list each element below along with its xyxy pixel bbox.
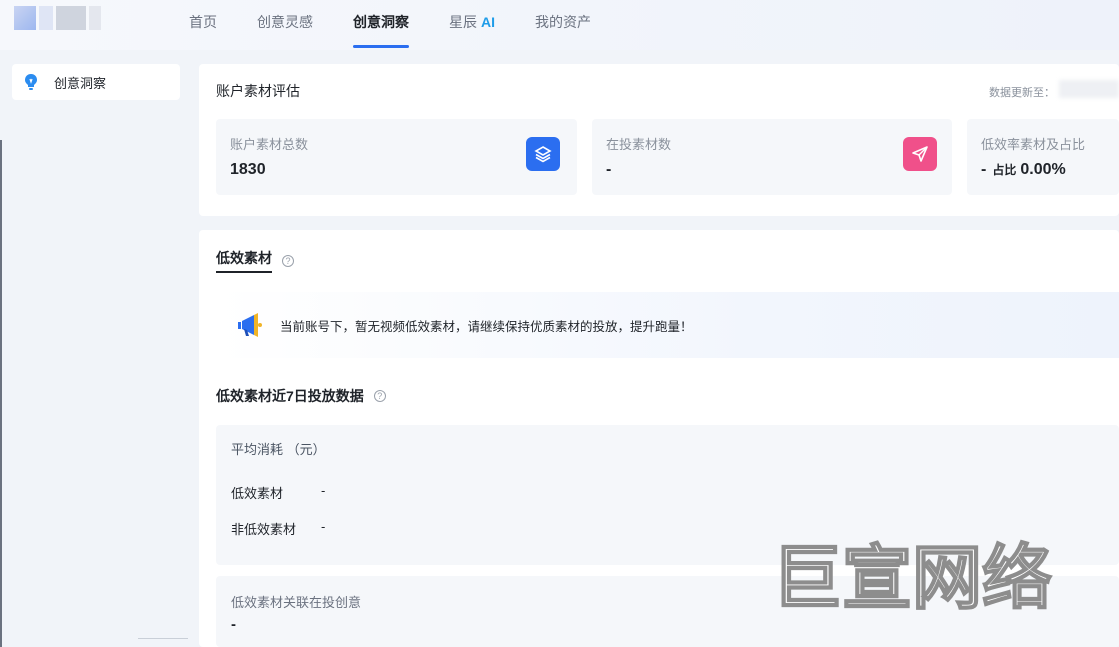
main-nav: 首页 创意灵感 创意洞察 星辰 AI 我的资产 bbox=[189, 0, 631, 50]
ai-tag: AI bbox=[481, 14, 495, 30]
low-efficiency-title: 低效素材 ? bbox=[216, 248, 294, 273]
section-title-text: 低效素材 bbox=[216, 248, 272, 273]
lightbulb-icon bbox=[24, 74, 38, 90]
row-low-efficiency: 低效素材 - bbox=[231, 483, 325, 502]
card-label: 账户素材总数 bbox=[230, 137, 309, 152]
megaphone-icon bbox=[238, 313, 262, 337]
nav-my-assets-label: 我的资产 bbox=[535, 14, 591, 30]
linked-value: - bbox=[231, 616, 236, 633]
nav-xingchen-label: 星辰 bbox=[449, 14, 477, 30]
sidebar-item-label: 创意洞察 bbox=[54, 75, 107, 91]
card-total-materials: 账户素材总数 1830 bbox=[216, 119, 577, 195]
help-icon[interactable]: ? bbox=[373, 390, 386, 402]
row-value: - bbox=[321, 519, 326, 534]
row-value: - bbox=[321, 483, 326, 498]
card-value: - 占比 0.00% bbox=[981, 161, 1066, 179]
avg-cost-header: 平均消耗 （元） bbox=[231, 442, 326, 457]
card-value: 1830 bbox=[230, 161, 266, 178]
account-material-overview: 账户素材评估 数据更新至： 账户素材总数 1830 在投素材数 - 低效率素材及… bbox=[199, 64, 1119, 216]
card-low-efficiency-ratio: 低效率素材及占比 - 占比 0.00% bbox=[967, 119, 1119, 195]
row-label: 低效素材 bbox=[231, 486, 284, 501]
top-bar: 首页 创意灵感 创意洞察 星辰 AI 我的资产 bbox=[0, 0, 1119, 50]
nav-creative-insight-label: 创意洞察 bbox=[353, 14, 409, 30]
recent-7day-title: 低效素材近7日投放数据 ? bbox=[216, 386, 386, 406]
ratio-label: 占比 bbox=[992, 163, 1017, 177]
overview-title: 账户素材评估 bbox=[216, 83, 300, 99]
ratio-value: 0.00% bbox=[1020, 161, 1066, 178]
notice-text: 当前账号下，暂无视频低效素材，请继续保持优质素材的投放，提升跑量！ bbox=[280, 319, 693, 334]
card-value: - bbox=[606, 161, 612, 178]
send-icon bbox=[903, 137, 937, 171]
sidebar-item-creative-insight[interactable]: 创意洞察 bbox=[12, 64, 180, 100]
nav-home[interactable]: 首页 bbox=[189, 0, 217, 50]
nav-creative-insight[interactable]: 创意洞察 bbox=[353, 0, 409, 50]
empty-notice: 当前账号下，暂无视频低效素材，请继续保持优质素材的投放，提升跑量！ bbox=[216, 292, 1119, 358]
linked-header: 低效素材关联在投创意 bbox=[231, 595, 362, 610]
update-time-label: 数据更新至： bbox=[989, 87, 1055, 99]
card-active-materials: 在投素材数 - bbox=[592, 119, 952, 195]
layers-icon bbox=[526, 137, 560, 171]
update-time-redacted bbox=[1059, 80, 1119, 98]
low-efficiency-count: - bbox=[981, 161, 987, 178]
logo bbox=[14, 6, 120, 30]
nav-home-label: 首页 bbox=[189, 14, 217, 30]
window-edge bbox=[0, 140, 2, 647]
nav-my-assets[interactable]: 我的资产 bbox=[535, 0, 591, 50]
section-title-text: 低效素材近7日投放数据 bbox=[216, 388, 364, 404]
nav-xingchen-ai[interactable]: 星辰 AI bbox=[449, 0, 495, 50]
divider bbox=[138, 638, 188, 639]
card-label: 低效率素材及占比 bbox=[981, 137, 1086, 152]
nav-creative-inspiration[interactable]: 创意灵感 bbox=[257, 0, 313, 50]
nav-creative-inspiration-label: 创意灵感 bbox=[257, 14, 313, 30]
card-label: 在投素材数 bbox=[606, 137, 672, 152]
row-label: 非低效素材 bbox=[231, 522, 297, 537]
help-icon[interactable]: ? bbox=[282, 254, 294, 267]
watermark: 巨宣网络 bbox=[771, 536, 1053, 620]
row-non-low-efficiency: 非低效素材 - bbox=[231, 519, 325, 538]
